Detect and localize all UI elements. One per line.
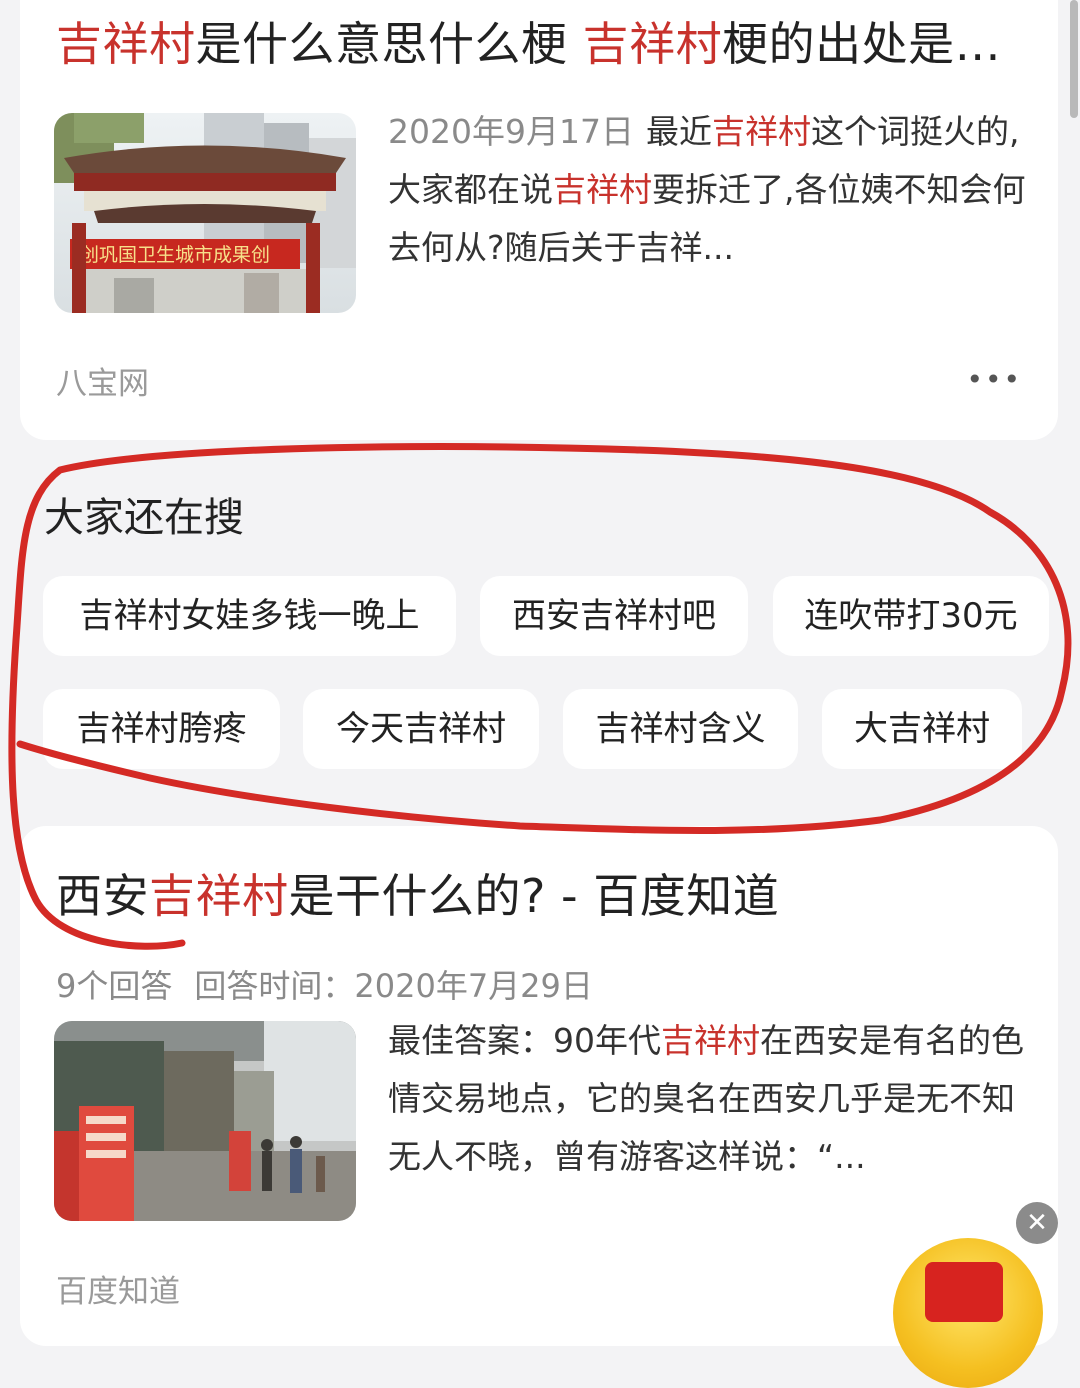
result-title[interactable]: 西安吉祥村是干什么的? - 百度知道: [56, 868, 779, 924]
archway-gate-photo-icon: 创巩国卫生城市成果创: [54, 113, 356, 313]
street-storefront-photo-icon: [54, 1021, 356, 1221]
text-segment: 最佳答案：90年代: [388, 1021, 661, 1060]
related-chip[interactable]: 吉祥村含义: [563, 689, 798, 769]
highlighted-keyword: 吉祥村: [149, 869, 289, 923]
related-chip[interactable]: 今天吉祥村: [303, 689, 539, 769]
highlighted-keyword: 吉祥村: [582, 17, 723, 71]
result-source[interactable]: 百度知道: [56, 1266, 180, 1311]
close-icon[interactable]: ✕: [1016, 1202, 1058, 1244]
text-segment: 梗的出处是…: [722, 17, 1002, 71]
scrollbar[interactable]: [1070, 0, 1078, 118]
result-snippet: 2020年9月17日 最近吉祥村这个词挺火的,大家都在说吉祥村要拆迁了,各位姨不知…: [388, 103, 1038, 277]
result-source[interactable]: 八宝网: [56, 358, 149, 403]
related-chip[interactable]: 大吉祥村: [822, 689, 1022, 769]
result-card-1[interactable]: 吉祥村是什么意思什么梗 吉祥村梗的出处是… 创巩国卫生城市成果创 2020年9月…: [20, 0, 1058, 440]
related-chip[interactable]: 吉祥村胯疼: [43, 689, 280, 769]
result-date: 2020年9月17日: [388, 112, 634, 151]
result-thumbnail[interactable]: [54, 1021, 356, 1221]
text-segment: 西安: [56, 869, 149, 923]
related-searches-title: 大家还在搜: [44, 495, 244, 541]
answer-meta: 9个回答 回答时间：2020年7月29日: [56, 961, 593, 1007]
related-chip[interactable]: 吉祥村女娃多钱一晚上: [43, 576, 456, 656]
highlighted-keyword: 吉祥村: [56, 17, 196, 71]
highlighted-keyword: 吉祥村: [553, 170, 652, 209]
answer-time: 回答时间：2020年7月29日: [194, 967, 593, 1005]
related-chip[interactable]: 西安吉祥村吧: [480, 576, 748, 656]
red-envelope-icon: [925, 1262, 1003, 1322]
result-card-2[interactable]: 西安吉祥村是干什么的? - 百度知道 9个回答 回答时间：2020年7月29日 最…: [20, 826, 1058, 1346]
highlighted-keyword: 吉祥村: [661, 1021, 760, 1060]
gate-banner-text: 创巩国卫生城市成果创: [80, 244, 270, 266]
result-snippet: 最佳答案：90年代吉祥村在西安是有名的色情交易地点，它的臭名在西安几乎是无不知无…: [388, 1012, 1038, 1186]
highlighted-keyword: 吉祥村: [711, 112, 811, 151]
text-segment: 是什么意思什么梗: [195, 17, 583, 71]
text-segment: 是干什么的? - 百度知道: [288, 869, 780, 923]
result-title[interactable]: 吉祥村是什么意思什么梗 吉祥村梗的出处是…: [56, 16, 1001, 72]
related-chip[interactable]: 连吹带打30元: [773, 576, 1049, 656]
more-options-icon[interactable]: •••: [966, 363, 1022, 396]
answer-count: 9个回答: [56, 967, 173, 1005]
text-segment: 最近: [645, 112, 712, 151]
result-thumbnail[interactable]: 创巩国卫生城市成果创: [54, 113, 356, 313]
